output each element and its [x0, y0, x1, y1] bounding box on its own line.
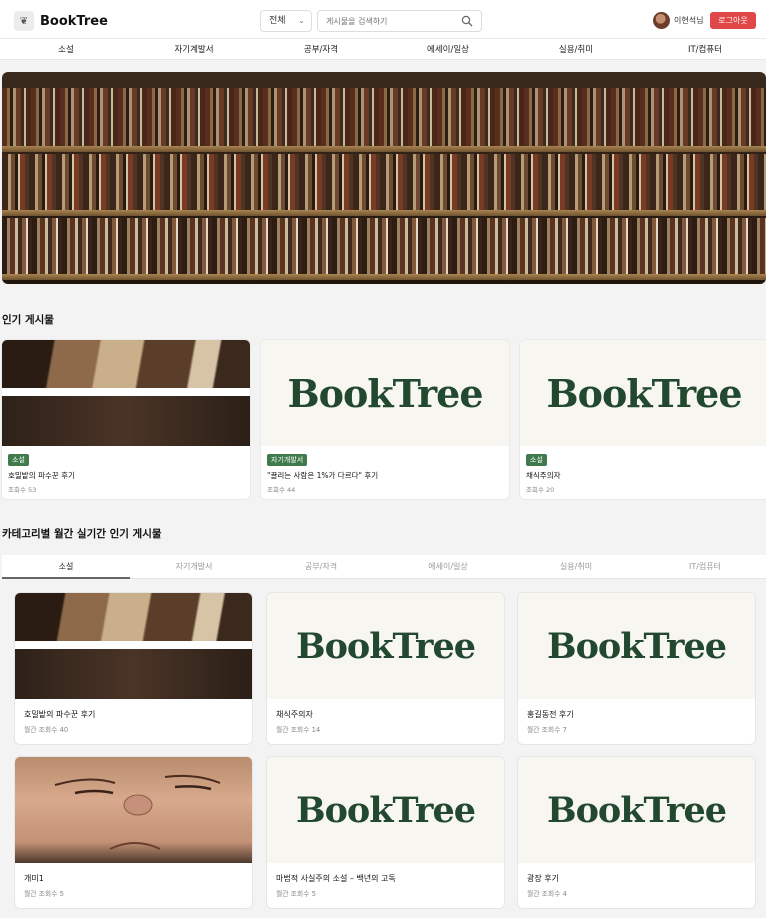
booktree-wordmark: BookTree: [296, 789, 476, 831]
monthly-section-title: 카테고리별 월간 실기간 인기 게시물: [2, 528, 162, 540]
post-views: 월간 조회수 5: [24, 890, 64, 898]
search-icon[interactable]: [461, 15, 473, 27]
bookshelf-row: [2, 88, 766, 146]
tab-novel[interactable]: 소설: [59, 561, 74, 572]
booktree-wordmark: BookTree: [296, 625, 476, 667]
category-tabs: 소설 자기개발서 공부/자격 에세이/일상 실용/취미 IT/컴퓨터: [2, 555, 766, 579]
popular-card[interactable]: 소설 호밀밭의 파수꾼 후기 조회수 53: [2, 340, 250, 499]
user-name: 이현석님: [674, 16, 704, 25]
category-badge: 소설: [8, 454, 29, 466]
post-thumbnail: BookTree: [518, 757, 755, 863]
popular-card[interactable]: BookTree 소설 채식주의자 조회수 20: [520, 340, 766, 499]
bookshelf-row: [2, 154, 766, 210]
user-menu[interactable]: 이현석님: [653, 12, 703, 29]
monthly-card[interactable]: BookTree 마법적 사실주의 소설 – 백년의 고독 월간 조회수 5: [267, 757, 504, 908]
popular-section-title: 인기 게시물: [2, 314, 54, 326]
post-title: "끌리는 사람은 1%가 다르다" 후기: [267, 471, 379, 480]
post-views: 월간 조회수 40: [24, 726, 69, 734]
tab-essay[interactable]: 에세이/일상: [428, 561, 468, 572]
active-tab-indicator: [2, 577, 130, 579]
category-badge: 자기개발서: [267, 454, 308, 466]
post-views: 조회수 20: [526, 486, 555, 494]
nav-item-essay[interactable]: 에세이/일상: [427, 43, 469, 55]
monthly-card[interactable]: BookTree 채식주의자 월간 조회수 14: [267, 593, 504, 744]
booktree-wordmark: BookTree: [547, 789, 727, 831]
tab-study[interactable]: 공부/자격: [305, 561, 337, 572]
bookshelf-row: [2, 218, 766, 274]
tab-hobby[interactable]: 실용/취미: [560, 561, 592, 572]
post-title: 채식주의자: [276, 710, 313, 719]
logout-button[interactable]: 로그아웃: [710, 12, 756, 29]
booktree-wordmark: BookTree: [547, 625, 727, 667]
booktree-wordmark: BookTree: [546, 370, 742, 416]
shelf: [2, 146, 766, 152]
nav-item-novel[interactable]: 소설: [58, 43, 74, 55]
nav-item-hobby[interactable]: 실용/취미: [559, 43, 593, 55]
shelf: [2, 210, 766, 216]
search-input[interactable]: [326, 14, 456, 28]
nav-item-study[interactable]: 공부/자격: [304, 43, 338, 55]
category-badge: 소설: [526, 454, 547, 466]
nav-item-self-help[interactable]: 자기계발서: [174, 43, 213, 55]
category-select[interactable]: 전체 ⌄: [260, 10, 312, 32]
hero-banner: [2, 72, 766, 284]
top-header: ❦ BookTree 전체 ⌄ 이현석님 로그아웃: [0, 0, 766, 39]
popular-card[interactable]: BookTree 자기개발서 "끌리는 사람은 1%가 다르다" 후기 조회수 …: [261, 340, 509, 499]
post-thumbnail: BookTree: [261, 340, 509, 446]
post-title: 채식주의자: [526, 471, 561, 480]
search-box: [317, 10, 482, 32]
logo-icon: ❦: [14, 11, 34, 31]
nav-item-it[interactable]: IT/컴퓨터: [688, 43, 722, 55]
post-views: 조회수 44: [267, 486, 296, 494]
tab-it[interactable]: IT/컴퓨터: [689, 561, 721, 572]
post-views: 월간 조회수 7: [527, 726, 567, 734]
post-thumbnail: [15, 593, 252, 699]
post-thumbnail: BookTree: [518, 593, 755, 699]
post-thumbnail: [15, 757, 252, 863]
logo-text: BookTree: [40, 13, 108, 29]
post-views: 월간 조회수 14: [276, 726, 321, 734]
post-thumbnail: BookTree: [520, 340, 766, 446]
face-illustration: [54, 774, 221, 850]
booktree-wordmark: BookTree: [287, 370, 483, 416]
post-title: 홍길동전 후기: [527, 710, 574, 719]
post-thumbnail: BookTree: [267, 593, 504, 699]
monthly-card[interactable]: 개미1 월간 조회수 5: [15, 757, 252, 908]
avatar: [653, 12, 670, 29]
post-title: 호밀밭의 파수꾼 후기: [8, 471, 75, 480]
post-thumbnail: [2, 340, 250, 446]
shelf: [2, 274, 766, 280]
post-views: 월간 조회수 5: [276, 890, 316, 898]
post-views: 조회수 53: [8, 486, 37, 494]
post-thumbnail: BookTree: [267, 757, 504, 863]
tab-self-help[interactable]: 자기개발서: [176, 561, 213, 572]
post-title: 광장 후기: [527, 874, 559, 883]
monthly-card[interactable]: BookTree 광장 후기 월간 조회수 4: [518, 757, 755, 908]
post-title: 개미1: [24, 874, 44, 883]
post-views: 월간 조회수 4: [527, 890, 567, 898]
monthly-card[interactable]: BookTree 홍길동전 후기 월간 조회수 7: [518, 593, 755, 744]
category-select-value: 전체: [269, 16, 286, 26]
post-title: 마법적 사실주의 소설 – 백년의 고독: [276, 874, 396, 883]
chevron-down-icon: ⌄: [298, 16, 305, 25]
monthly-card[interactable]: 호밀밭의 파수꾼 후기 월간 조회수 40: [15, 593, 252, 744]
category-nav: 소설 자기계발서 공부/자격 에세이/일상 실용/취미 IT/컴퓨터: [0, 39, 766, 60]
post-title: 호밀밭의 파수꾼 후기: [24, 710, 96, 719]
logo[interactable]: ❦ BookTree: [14, 11, 108, 31]
